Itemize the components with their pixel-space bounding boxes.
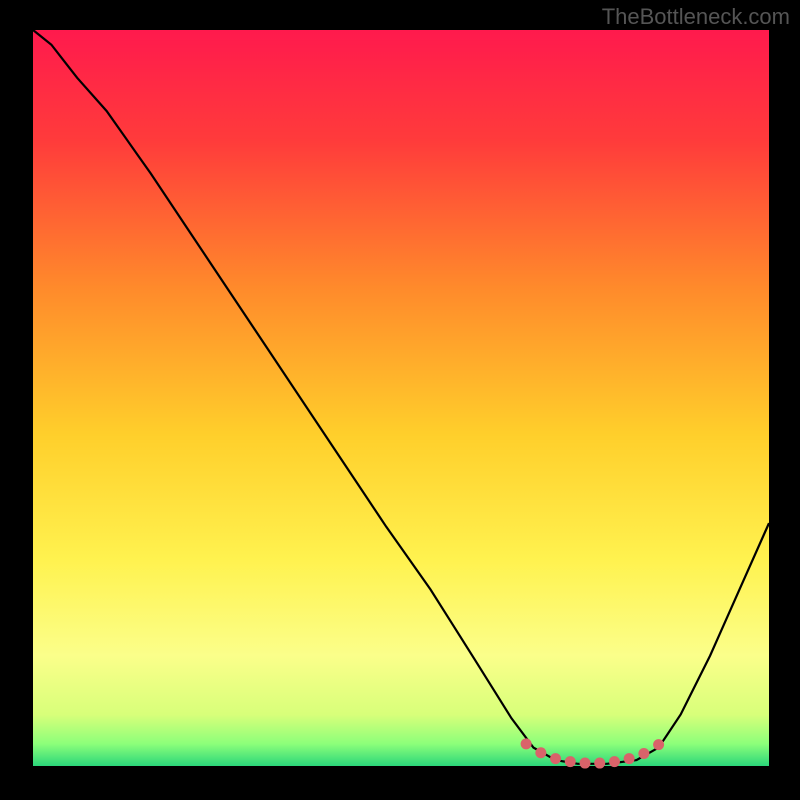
bottleneck-chart (0, 0, 800, 800)
marker-dot (638, 748, 649, 759)
marker-dot (535, 747, 546, 758)
watermark-text: TheBottleneck.com (602, 4, 790, 30)
marker-dot (653, 739, 664, 750)
marker-dot (521, 738, 532, 749)
marker-dot (565, 756, 576, 767)
marker-dot (594, 758, 605, 769)
chart-background (33, 30, 769, 766)
marker-dot (550, 753, 561, 764)
marker-dot (624, 753, 635, 764)
marker-dot (609, 756, 620, 767)
marker-dot (580, 758, 591, 769)
